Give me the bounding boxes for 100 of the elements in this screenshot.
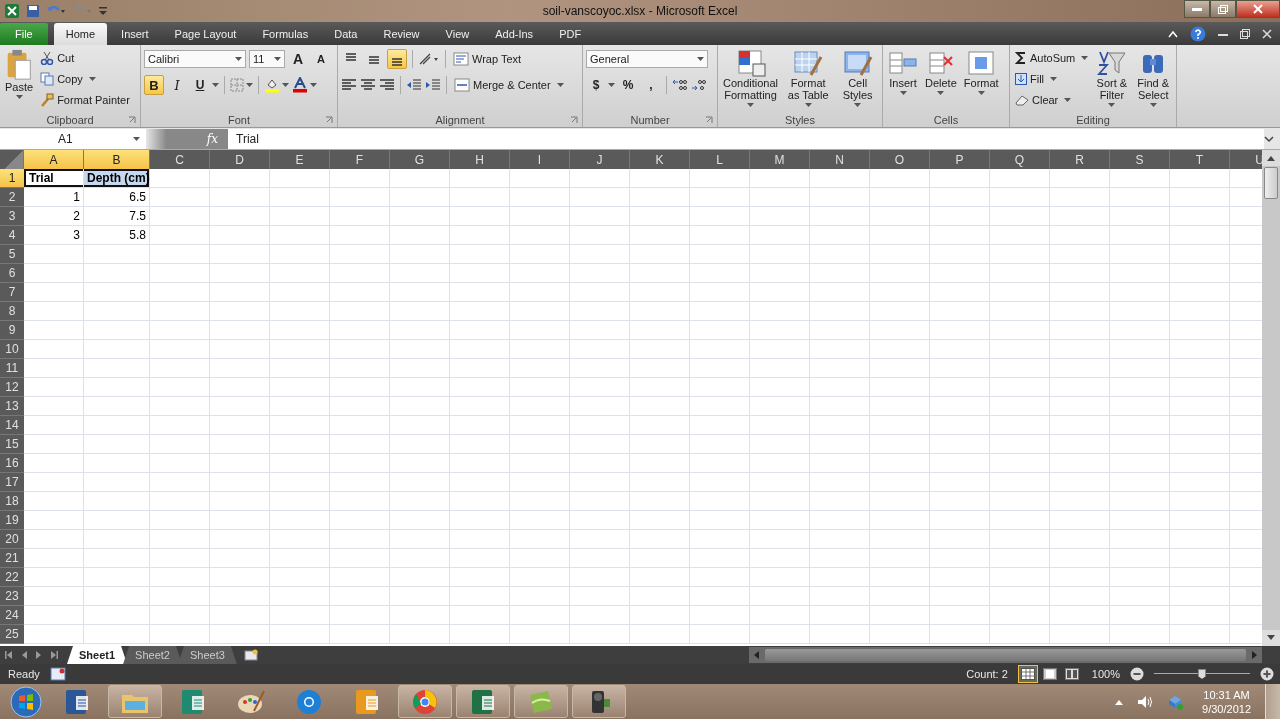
row-header[interactable]: 20: [0, 530, 24, 549]
column-header[interactable]: G: [390, 150, 450, 169]
column-header[interactable]: T: [1170, 150, 1230, 169]
align-bottom-button[interactable]: [387, 49, 407, 69]
close-button[interactable]: [1236, 0, 1280, 18]
row-header[interactable]: 14: [0, 416, 24, 435]
row-header[interactable]: 6: [0, 264, 24, 283]
normal-view-button[interactable]: [1017, 665, 1038, 683]
column-header[interactable]: M: [750, 150, 810, 169]
comma-button[interactable]: ,: [641, 75, 661, 95]
row-header[interactable]: 18: [0, 492, 24, 511]
row-header[interactable]: 3: [0, 207, 24, 226]
help-icon[interactable]: [1190, 25, 1206, 42]
column-header[interactable]: K: [630, 150, 690, 169]
formula-field[interactable]: Trial: [228, 128, 1264, 149]
name-box[interactable]: A1: [0, 128, 146, 149]
restore-icon[interactable]: [1240, 28, 1250, 39]
last-sheet-icon[interactable]: [49, 650, 59, 660]
zoom-slider-thumb[interactable]: [1198, 669, 1206, 679]
column-header[interactable]: E: [270, 150, 330, 169]
zoom-in-icon[interactable]: [1260, 667, 1274, 681]
scroll-down-icon[interactable]: [1267, 635, 1275, 641]
scroll-right-icon[interactable]: [1250, 651, 1258, 659]
cut-button[interactable]: Cut: [38, 48, 132, 68]
row-header[interactable]: 16: [0, 454, 24, 473]
row-header[interactable]: 9: [0, 321, 24, 340]
row-header[interactable]: 1: [0, 169, 24, 188]
ribbon-tab[interactable]: Home: [53, 23, 108, 45]
row-header[interactable]: 21: [0, 549, 24, 568]
clock[interactable]: 10:31 AM 9/30/2012: [1202, 687, 1251, 716]
horizontal-scrollbar[interactable]: [748, 647, 1262, 663]
font-color-icon[interactable]: [292, 77, 308, 93]
new-sheet-icon[interactable]: [242, 648, 259, 662]
ribbon-tab[interactable]: Data: [322, 23, 370, 45]
file-tab[interactable]: File: [0, 23, 48, 45]
clear-button[interactable]: Clear: [1013, 90, 1091, 110]
merge-center-button[interactable]: Merge & Center: [452, 75, 566, 95]
ribbon-tab[interactable]: PDF: [547, 23, 594, 45]
align-center-icon[interactable]: [360, 78, 376, 92]
save-icon[interactable]: [26, 4, 40, 18]
font-size-field[interactable]: 11: [249, 50, 285, 68]
row-header[interactable]: 7: [0, 283, 24, 302]
shrink-font-button[interactable]: A: [311, 49, 331, 69]
wrap-text-button[interactable]: Wrap Text: [451, 49, 524, 69]
restore-button[interactable]: [1210, 0, 1236, 18]
camera-button[interactable]: [572, 685, 626, 718]
align-right-icon[interactable]: [379, 78, 395, 92]
row-header[interactable]: 8: [0, 302, 24, 321]
first-sheet-icon[interactable]: [4, 650, 14, 660]
row-header[interactable]: 12: [0, 378, 24, 397]
align-left-icon[interactable]: [341, 78, 357, 92]
scrollbar-thumb[interactable]: [1264, 167, 1278, 199]
column-header[interactable]: S: [1110, 150, 1170, 169]
insert-cells-button[interactable]: Insert: [886, 48, 920, 96]
scroll-up-icon[interactable]: [1267, 155, 1275, 161]
row-header[interactable]: 10: [0, 340, 24, 359]
row-header[interactable]: 4: [0, 226, 24, 245]
customize-caret-icon[interactable]: [98, 5, 108, 17]
vertical-scrollbar[interactable]: [1262, 150, 1280, 646]
grow-font-button[interactable]: A: [288, 49, 308, 69]
column-header[interactable]: A: [24, 150, 84, 169]
scroll-left-icon[interactable]: [752, 651, 761, 659]
column-header[interactable]: F: [330, 150, 390, 169]
ribbon-tab[interactable]: Page Layout: [162, 23, 249, 45]
underline-button[interactable]: U: [190, 75, 210, 95]
column-header[interactable]: R: [1050, 150, 1110, 169]
paste-button[interactable]: Paste: [3, 48, 36, 100]
row-header[interactable]: 13: [0, 397, 24, 416]
dialog-launcher-icon[interactable]: [325, 115, 333, 124]
row-header[interactable]: 15: [0, 435, 24, 454]
row-header[interactable]: 23: [0, 587, 24, 606]
copy-button[interactable]: Copy: [38, 69, 132, 89]
row-header[interactable]: 11: [0, 359, 24, 378]
minimize-button[interactable]: [1184, 0, 1210, 18]
ribbon-tab[interactable]: Formulas: [250, 23, 321, 45]
column-header[interactable]: H: [450, 150, 510, 169]
delete-cells-button[interactable]: Delete: [923, 48, 959, 96]
macro-record-icon[interactable]: [49, 667, 66, 681]
percent-button[interactable]: %: [618, 75, 638, 95]
row-header[interactable]: 24: [0, 606, 24, 625]
orientation-icon[interactable]: [418, 52, 440, 66]
ribbon-tab[interactable]: Review: [371, 23, 432, 45]
ribbon-tab[interactable]: Add-Ins: [483, 23, 546, 45]
column-header[interactable]: P: [930, 150, 990, 169]
format-cells-button[interactable]: Format: [961, 48, 1001, 96]
find-select-button[interactable]: Find & Select: [1133, 48, 1173, 108]
number-format-field[interactable]: General: [586, 50, 708, 68]
expand-caret-icon[interactable]: [1264, 134, 1274, 143]
column-header[interactable]: I: [510, 150, 570, 169]
row-header[interactable]: 25: [0, 625, 24, 644]
row-header[interactable]: 19: [0, 511, 24, 530]
zoom-out-icon[interactable]: [1130, 667, 1144, 681]
format-as-table-button[interactable]: Format as Table: [783, 48, 834, 108]
ribbon-tab[interactable]: View: [433, 23, 482, 45]
decrease-indent-icon[interactable]: [406, 78, 422, 92]
column-header[interactable]: N: [810, 150, 870, 169]
decrease-decimal-icon[interactable]: [691, 78, 707, 92]
dialog-launcher-icon[interactable]: [705, 115, 713, 124]
row-header[interactable]: 22: [0, 568, 24, 587]
spreadsheet-app-icon[interactable]: [4, 3, 20, 19]
